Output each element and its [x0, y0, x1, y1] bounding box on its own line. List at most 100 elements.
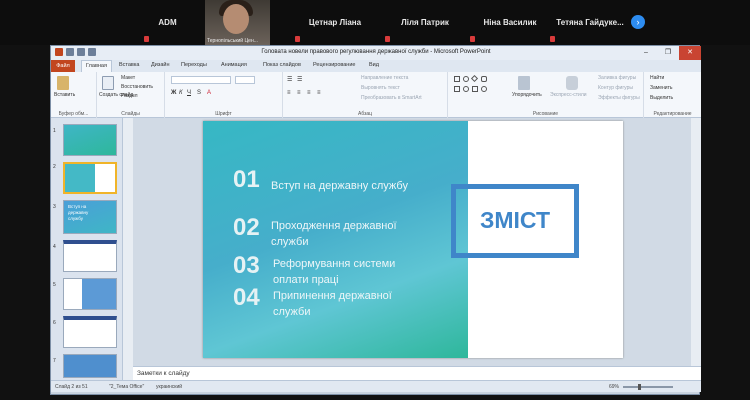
paragraph-group: ☰ ☰ ≡ ≡ ≡ ≡ Направление текста Выровнять…	[283, 72, 448, 118]
ribbon-tabs: Файл Главная Вставка Дизайн Переходы Ани…	[51, 60, 701, 72]
align-right-icon[interactable]: ≡	[307, 90, 311, 96]
tab-design[interactable]: Дизайн	[151, 62, 170, 68]
participant-tile[interactable]: Тетяна Гайдуке...	[550, 0, 630, 45]
powerpoint-window: Головата новели правового регулювання де…	[50, 45, 701, 395]
quick-styles-button[interactable]: Экспресс-стили	[550, 92, 587, 98]
slide-thumbnail[interactable]	[63, 278, 117, 310]
align-center-icon[interactable]: ≡	[297, 90, 301, 96]
thumb-number: 7	[53, 358, 56, 364]
section-button[interactable]: Раздел	[121, 93, 138, 99]
arrow-shape-icon[interactable]	[454, 86, 460, 92]
paste-icon[interactable]	[57, 76, 69, 90]
notes-pane[interactable]: Заметки к слайду	[133, 366, 701, 380]
oval-shape-icon[interactable]	[463, 76, 469, 82]
text-direction-button[interactable]: Направление текста	[361, 75, 408, 81]
justify-icon[interactable]: ≡	[317, 90, 321, 96]
slide-thumbnail[interactable]	[63, 316, 117, 348]
callout-shape-icon[interactable]	[472, 86, 478, 92]
chevron-right-icon[interactable]: ›	[631, 15, 645, 29]
minimize-icon[interactable]: –	[635, 46, 657, 60]
paragraph-label: Абзац	[357, 111, 373, 117]
font-size-select[interactable]	[235, 76, 255, 84]
font-name-select[interactable]	[171, 76, 231, 84]
quick-styles-icon[interactable]	[566, 76, 578, 90]
agenda-text: служби	[271, 236, 309, 248]
muted-mic-icon	[385, 36, 390, 42]
drawing-label: Рисование	[532, 111, 559, 117]
select-button[interactable]: Выделить	[650, 95, 673, 101]
underline-icon[interactable]: Ч	[187, 90, 191, 96]
slide-thumbnail[interactable]	[63, 354, 117, 378]
bold-icon[interactable]: Ж	[171, 90, 176, 96]
numbering-icon[interactable]: ☰	[297, 76, 302, 83]
tab-animation[interactable]: Анимация	[221, 62, 247, 68]
slides-label: Слайды	[121, 111, 140, 117]
italic-icon[interactable]: К	[179, 90, 183, 96]
active-speaker-video[interactable]: Тернопільський Цен...	[205, 0, 270, 45]
rectangle-shape-icon[interactable]	[454, 76, 460, 82]
thumbnails-scrollbar[interactable]	[123, 118, 133, 380]
participant-tile[interactable]: Ліля Патрик	[385, 0, 465, 45]
align-text-button[interactable]: Выровнять текст	[361, 85, 400, 91]
tab-transitions[interactable]: Переходы	[181, 62, 207, 68]
tab-slideshow[interactable]: Показ слайдов	[263, 62, 301, 68]
status-bar: Слайд 2 из 51 "2_Тема Office" украинский…	[51, 380, 701, 392]
layout-button[interactable]: Макет	[121, 75, 135, 81]
slide-title: ЗМІСТ	[479, 207, 551, 233]
replace-button[interactable]: Заменить	[650, 85, 672, 91]
reset-button[interactable]: Восстановить	[121, 84, 153, 90]
agenda-text: Реформування системи	[273, 258, 396, 270]
slide-thumbnail[interactable]	[63, 124, 117, 156]
zoom-slider[interactable]	[623, 384, 673, 390]
agenda-text: Вступ на державну службу	[271, 180, 408, 192]
clipboard-label: Буфер обм...	[58, 111, 89, 117]
participant-tile[interactable]: Цетнар Ліана	[295, 0, 375, 45]
muted-mic-icon	[550, 36, 555, 42]
editing-label: Редактирование	[653, 111, 692, 117]
agenda-text: Припинення державної	[273, 290, 392, 302]
slide-thumbnail[interactable]	[63, 240, 117, 272]
drawing-group: Упорядочить Экспресс-стили Заливка фигур…	[448, 72, 644, 118]
arrange-button[interactable]: Упорядочить	[512, 92, 542, 98]
thumb-number: 6	[53, 320, 56, 326]
slide-thumbnail[interactable]: Вступ на державну службу	[63, 200, 117, 234]
smartart-button[interactable]: Преобразовать в SmartArt	[361, 95, 422, 101]
canvas-scrollbar[interactable]	[691, 118, 701, 366]
smiley-shape-icon[interactable]	[481, 86, 487, 92]
close-icon[interactable]: ✕	[679, 46, 701, 60]
find-button[interactable]: Найти	[650, 75, 664, 81]
restore-icon[interactable]: ❐	[657, 46, 679, 60]
shape-effects-button[interactable]: Эффекты фигуры	[598, 95, 640, 101]
shape-fill-button[interactable]: Заливка фигуры	[598, 75, 636, 81]
language: украинский	[156, 384, 183, 390]
participant-tile[interactable]: Ніна Василик	[470, 0, 550, 45]
tab-review[interactable]: Рецензирование	[313, 62, 355, 68]
participant-tile[interactable]: ADM	[140, 0, 195, 45]
star-shape-icon[interactable]	[463, 86, 469, 92]
strikethrough-icon[interactable]: S	[197, 90, 201, 96]
rounded-rectangle-icon[interactable]	[481, 76, 487, 82]
slide[interactable]: 01 Вступ на державну службу 02 Проходжен…	[203, 121, 623, 358]
tab-file[interactable]: Файл	[51, 60, 75, 72]
slide-thumbnail-selected[interactable]	[63, 162, 117, 194]
tab-home[interactable]: Главная	[81, 60, 112, 72]
speaker-label: Тернопільський Цен...	[207, 38, 258, 44]
agenda-number: 04	[233, 284, 260, 311]
theme-name: "2_Тема Office"	[109, 384, 145, 390]
tab-insert[interactable]: Вставка	[119, 62, 139, 68]
title-frame[interactable]: ЗМІСТ	[451, 184, 579, 258]
font-label: Шрифт	[215, 111, 232, 117]
thumb-number: 3	[53, 204, 56, 210]
new-slide-icon[interactable]	[102, 76, 114, 90]
clipboard-group: Вставить Буфер обм...	[51, 72, 97, 118]
align-left-icon[interactable]: ≡	[287, 90, 291, 96]
bullets-icon[interactable]: ☰	[287, 76, 292, 83]
diamond-shape-icon[interactable]	[470, 74, 479, 83]
zoom-slider-handle[interactable]	[638, 384, 642, 390]
tab-view[interactable]: Вид	[369, 62, 379, 68]
agenda-text: оплати праці	[273, 274, 339, 286]
paste-button[interactable]: Вставить	[54, 92, 75, 98]
arrange-icon[interactable]	[518, 76, 530, 90]
shape-outline-button[interactable]: Контур фигуры	[598, 85, 633, 91]
font-color-icon[interactable]: А	[207, 90, 211, 96]
